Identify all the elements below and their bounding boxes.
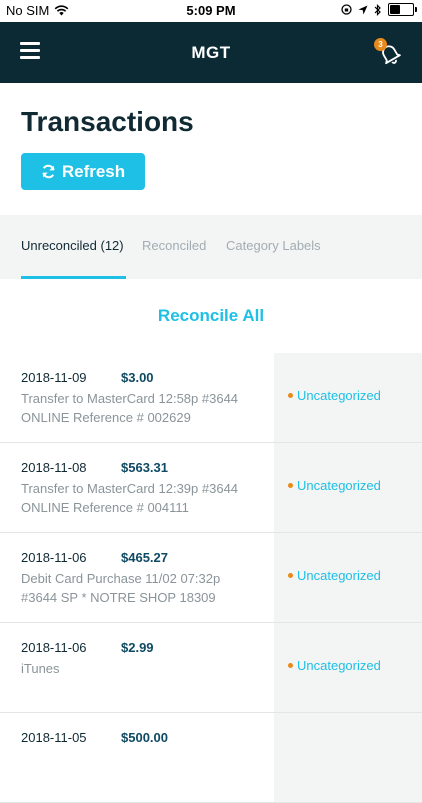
transaction-description: Transfer to MasterCard 12:39p #3644 ONLI… (21, 479, 271, 517)
category-cell: Uncategorized (274, 533, 422, 622)
description-line-1: Debit Card Purchase 11/02 07:32p (21, 571, 221, 586)
description-line-1: Transfer to MasterCard 12:39p #3644 (21, 481, 239, 496)
refresh-label: Refresh (61, 161, 126, 181)
transaction-amount: $563.31 (121, 460, 168, 475)
category-link[interactable]: Uncategorized (288, 388, 381, 403)
transaction-description: iTunes (21, 659, 271, 678)
category-link[interactable]: Uncategorized (288, 658, 381, 673)
category-cell: Uncategorized (274, 443, 422, 532)
transaction-row[interactable]: 2018-11-05 $500.00 (0, 713, 422, 803)
category-cell: Uncategorized (274, 623, 422, 712)
battery-icon (388, 3, 417, 16)
reconcile-all-button[interactable]: Reconcile All (0, 306, 422, 326)
location-arrow-icon (358, 5, 368, 14)
category-link[interactable]: Uncategorized (288, 568, 381, 583)
transaction-details: 2018-11-05 $500.00 (0, 713, 274, 802)
description-line-2: ONLINE Reference # 004111 (21, 500, 189, 515)
status-right (341, 3, 417, 16)
app-header: MGT 3 (0, 22, 422, 83)
description-line-1: iTunes (21, 661, 60, 676)
description-line-1: Transfer to MasterCard 12:58p #3644 (21, 391, 239, 406)
status-dot (288, 573, 293, 578)
transaction-date: 2018-11-06 (21, 550, 87, 565)
description-line-2: #3644 SP * NOTRE SHOP 18309 (21, 590, 216, 605)
transaction-row[interactable]: 2018-11-09 $3.00 Transfer to MasterCard … (0, 353, 422, 443)
transaction-row[interactable]: 2018-11-06 $2.99 iTunes Uncategorized (0, 623, 422, 713)
category-cell (274, 713, 422, 802)
category-link[interactable]: Uncategorized (288, 478, 381, 493)
category-cell: Uncategorized (274, 353, 422, 442)
tab-unreconciled[interactable]: Unreconciled (12) (21, 238, 124, 253)
refresh-icon (42, 164, 55, 179)
transaction-date: 2018-11-05 (21, 730, 87, 745)
transaction-date: 2018-11-06 (21, 640, 87, 655)
transaction-description: Debit Card Purchase 11/02 07:32p #3644 S… (21, 569, 271, 607)
transaction-amount: $465.27 (121, 550, 168, 565)
transaction-description: Transfer to MasterCard 12:58p #3644 ONLI… (21, 389, 271, 427)
transaction-date: 2018-11-09 (21, 370, 87, 385)
page-title: Transactions (21, 106, 194, 137)
tab-category-labels[interactable]: Category Labels (226, 238, 321, 253)
transaction-amount: $500.00 (121, 730, 168, 745)
category-label: Uncategorized (297, 478, 381, 493)
description-line-2: ONLINE Reference # 002629 (21, 410, 191, 425)
transaction-details: 2018-11-09 $3.00 Transfer to MasterCard … (0, 353, 274, 442)
status-dot (288, 663, 293, 668)
transaction-amount: $3.00 (121, 370, 154, 385)
transaction-details: 2018-11-06 $465.27 Debit Card Purchase 1… (0, 533, 274, 622)
refresh-button[interactable]: Refresh (21, 153, 145, 190)
status-dot (288, 393, 293, 398)
status-dot (288, 483, 293, 488)
transaction-row[interactable]: 2018-11-06 $465.27 Debit Card Purchase 1… (0, 533, 422, 623)
transaction-amount: $2.99 (121, 640, 154, 655)
app-title: MGT (191, 43, 231, 62)
transaction-date: 2018-11-08 (21, 460, 87, 475)
status-bar: No SIM 5:09 PM (0, 0, 422, 22)
bluetooth-icon (374, 3, 381, 16)
transaction-row[interactable]: 2018-11-08 $563.31 Transfer to MasterCar… (0, 443, 422, 533)
tabs-bar: Unreconciled (12) Reconciled Category La… (0, 215, 422, 279)
battery-fill (390, 5, 400, 14)
active-tab-indicator (21, 276, 126, 279)
rotation-lock-icon (341, 4, 352, 15)
category-label: Uncategorized (297, 568, 381, 583)
tab-reconciled[interactable]: Reconciled (142, 238, 206, 253)
category-label: Uncategorized (297, 658, 381, 673)
transaction-list: 2018-11-09 $3.00 Transfer to MasterCard … (0, 353, 422, 803)
notification-badge: 3 (374, 38, 387, 51)
category-label: Uncategorized (297, 388, 381, 403)
transaction-details: 2018-11-08 $563.31 Transfer to MasterCar… (0, 443, 274, 532)
transaction-details: 2018-11-06 $2.99 iTunes (0, 623, 274, 712)
notifications-button[interactable]: 3 (374, 38, 404, 68)
